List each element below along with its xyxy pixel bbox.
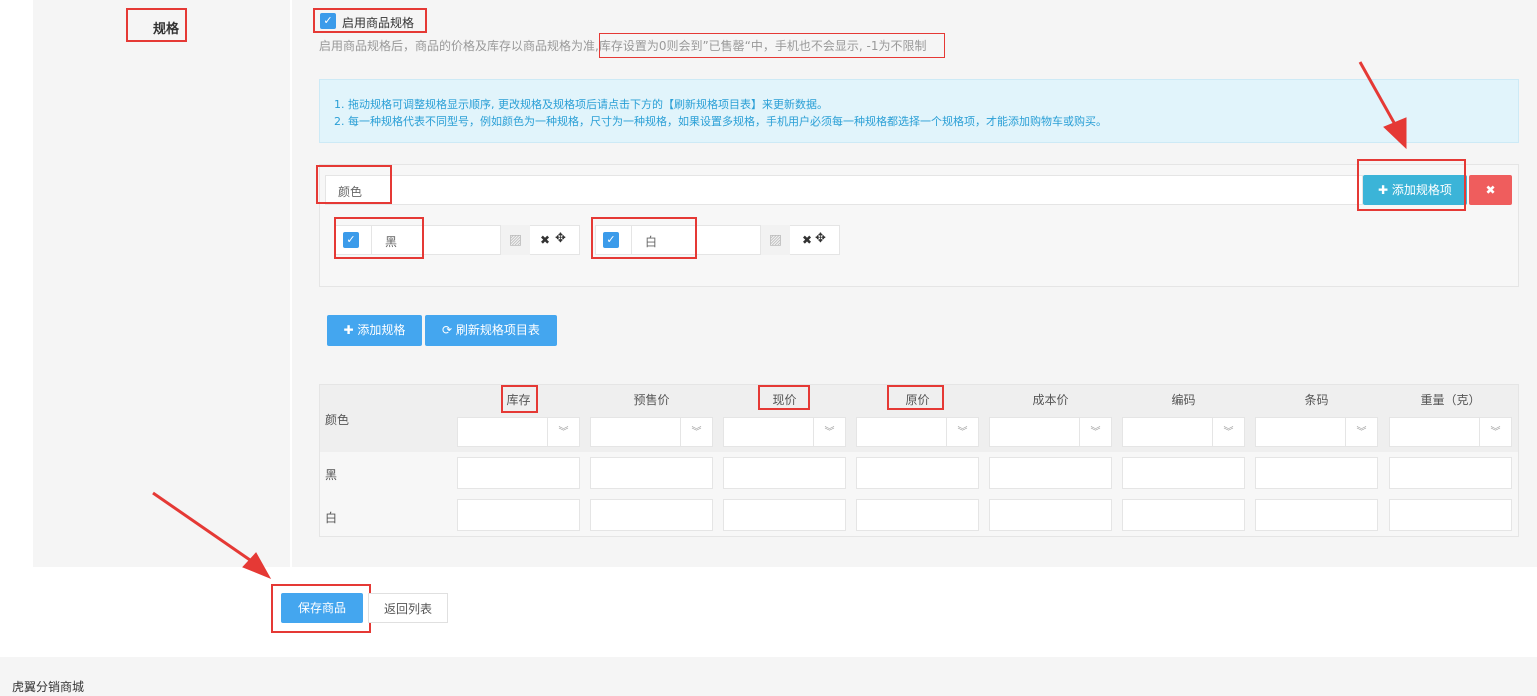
annotation-arrows: [152, 61, 1407, 580]
